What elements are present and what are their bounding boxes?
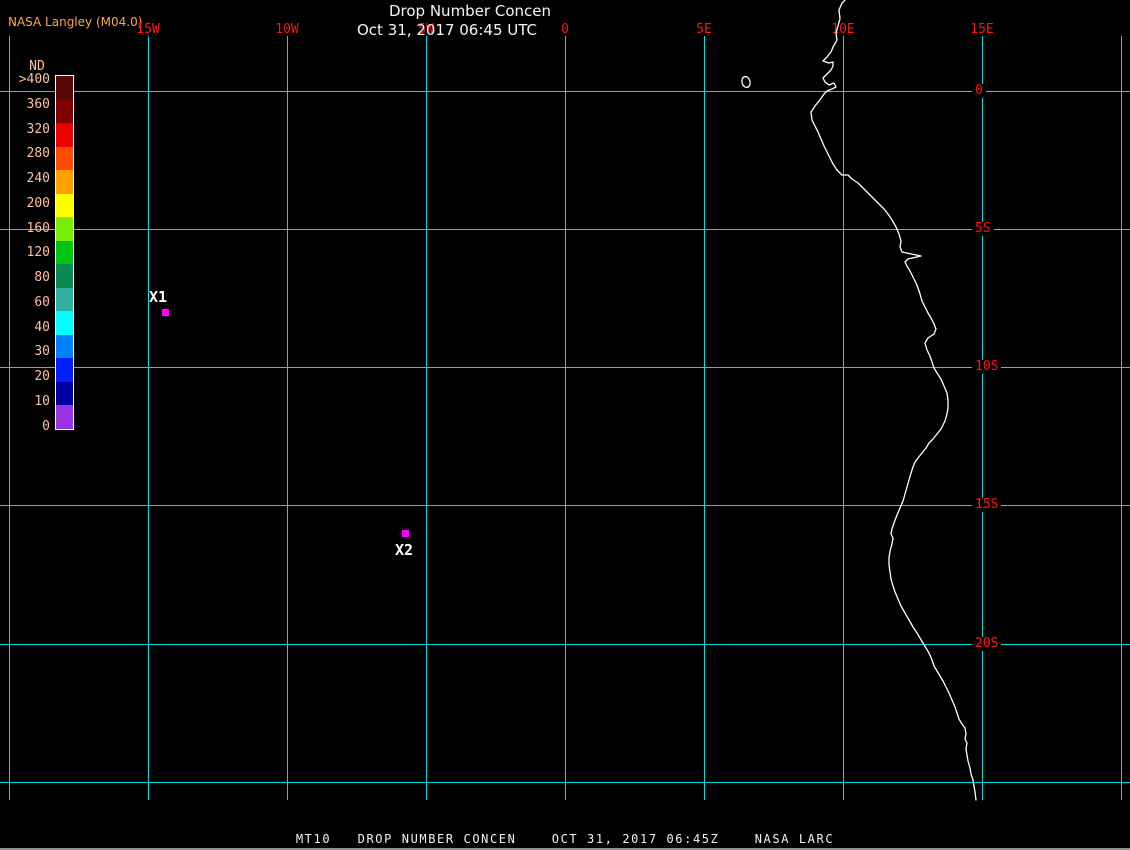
colorbar-tick-label: 280 [26,146,50,161]
island-outline [741,75,751,89]
colorbar-swatch [56,311,73,335]
colorbar-swatch [56,264,73,288]
latitude-label: 0 [972,84,986,98]
plot-title: Drop Number Concen [388,2,552,20]
colorbar-swatch [56,123,73,147]
colorbar-swatch [56,240,73,265]
colorbar [55,75,74,430]
coastline-layer [741,0,977,801]
latitude-label: 5S [972,222,994,236]
colorbar-swatch [56,381,73,406]
latitude-label: 10S [972,360,1002,374]
marker-label: X2 [395,541,414,559]
colorbar-swatch [56,99,73,124]
colorbar-swatch [56,76,73,100]
colorbar-tick-label: 160 [26,221,50,236]
plot-timestamp: Oct 31, 2017 06:45 UTC [357,21,537,39]
colorbar-tick-label: 120 [26,245,50,260]
colorbar-tick-label: 40 [34,320,50,335]
colorbar-tick-label: 30 [34,344,50,359]
marker-label: X1 [149,288,168,306]
colorbar-tick-label: 80 [34,270,50,285]
marker-point [162,309,169,316]
colorbar-tick-label: 10 [34,394,50,409]
colorbar-tick-label: 320 [26,122,50,137]
latitude-label: 20S [972,637,1002,651]
colorbar-tick-label: 360 [26,97,50,112]
plot-canvas: NASA Langley (M04.0) Drop Number Concen … [0,0,1130,850]
colorbar-swatch [56,358,73,382]
colorbar-swatch [56,193,73,218]
colorbar-swatch [56,217,73,241]
colorbar-swatch [56,170,73,194]
colorbar-swatch [56,405,73,429]
colorbar-swatch [56,287,73,312]
colorbar-tick-label: 200 [26,196,50,211]
coastline [810,0,977,801]
latitude-label: 15S [972,498,1002,512]
colorbar-swatch [56,146,73,171]
colorbar-tick-label: 60 [34,295,50,310]
colorbar-tick-label: 240 [26,171,50,186]
colorbar-tick-label: 20 [34,369,50,384]
status-line: MT10 DROP NUMBER CONCEN OCT 31, 2017 06:… [295,832,835,846]
colorbar-tick-label: 0 [42,419,50,434]
colorbar-swatch [56,334,73,359]
marker-point [402,530,409,537]
colorbar-tick-label: >400 [18,72,50,87]
